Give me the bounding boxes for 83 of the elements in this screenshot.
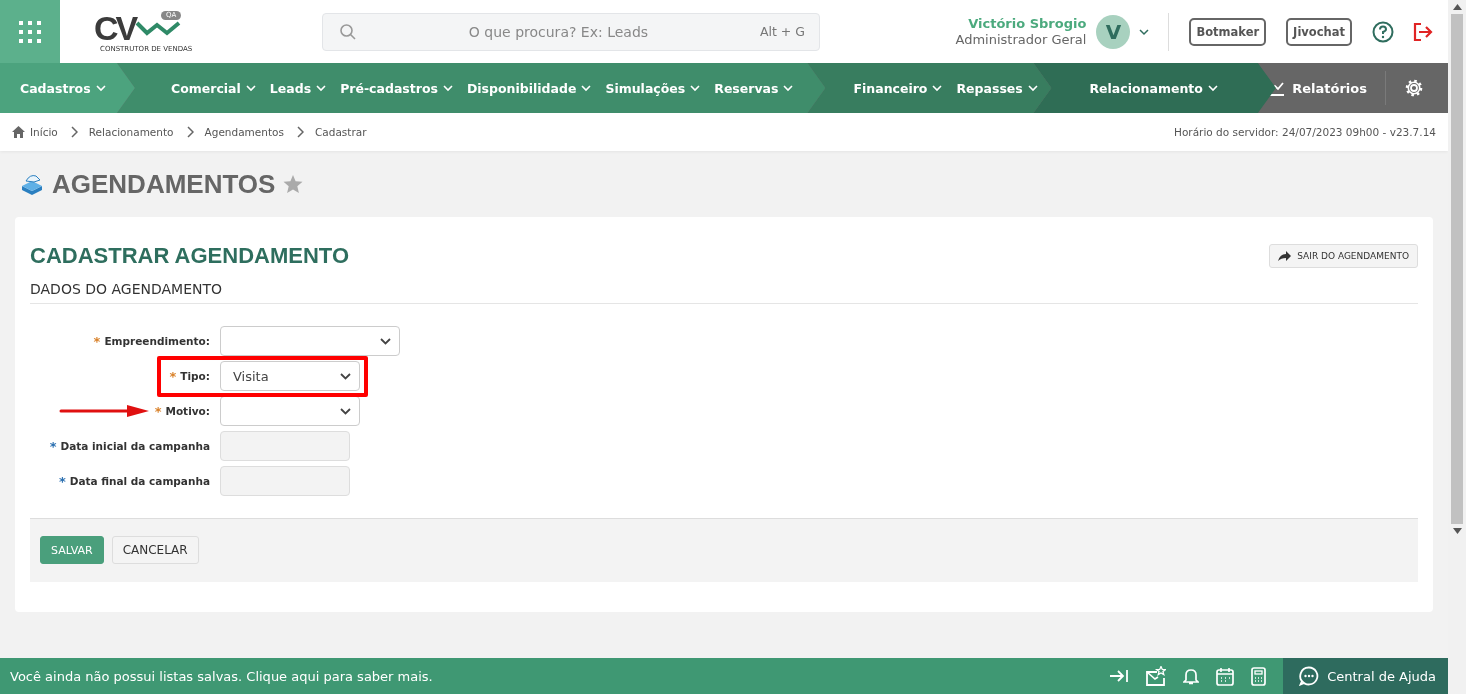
required-marker: * [49, 438, 57, 454]
breadcrumb-link[interactable]: Cadastrar [314, 126, 367, 138]
chevron-down-icon [1027, 84, 1038, 92]
required-marker: * [169, 368, 177, 384]
field-label: Data inicial da campanha [60, 440, 210, 452]
chevron-right-icon [295, 126, 304, 138]
chevron-right-icon [69, 126, 78, 138]
server-time: Horário do servidor: 24/07/2023 09h00 - v23.7.14 [1174, 126, 1436, 138]
scroll-down-icon[interactable] [1452, 528, 1462, 534]
dropdown-field[interactable]: Visita [220, 361, 360, 391]
logo-letters: CV [94, 10, 136, 45]
calculator-icon[interactable] [1251, 666, 1267, 686]
calendar-icon[interactable] [1216, 666, 1235, 686]
dropdown-field[interactable] [220, 396, 360, 426]
menu-item[interactable]: Disponibilidade [466, 80, 592, 96]
chevron-down-icon [690, 84, 701, 92]
chevron-down-icon[interactable] [1138, 27, 1151, 36]
help-icon[interactable] [1372, 20, 1394, 43]
menu-item[interactable]: Relacionamento [1089, 80, 1218, 96]
apps-menu-button[interactable] [0, 0, 60, 63]
menu-item[interactable]: Reservas [714, 80, 794, 96]
chevron-down-icon [380, 337, 391, 345]
scrollbar-thumb[interactable] [1451, 14, 1463, 524]
scroll-up-icon[interactable] [1452, 4, 1462, 10]
user-avatar[interactable]: V [1096, 14, 1131, 49]
chevron-down-icon [442, 84, 453, 92]
search-input[interactable]: O que procura? Ex: Leads [357, 22, 760, 41]
menu-item[interactable]: Leads [269, 80, 327, 96]
section-heading: DADOS DO AGENDAMENTO [30, 281, 1418, 304]
share-arrow-icon [1278, 251, 1292, 261]
favorite-star-icon[interactable] [283, 174, 304, 194]
field-label: Empreendimento: [104, 335, 210, 347]
chevron-down-icon [245, 84, 256, 92]
saved-lists-message[interactable]: Você ainda não possui listas salvas. Clique aqui para saber mais. [0, 668, 433, 684]
breadcrumb-link[interactable]: Relacionamento [88, 126, 174, 138]
chevron-down-icon [316, 84, 327, 92]
chevron-down-icon [932, 84, 943, 92]
page-title: AGENDAMENTOS [52, 168, 276, 200]
bell-icon[interactable] [1183, 667, 1200, 685]
grid-icon [18, 19, 42, 44]
handshake-box-icon [20, 172, 44, 196]
chat-service-button[interactable]: Jivochat [1286, 17, 1352, 46]
menu-item[interactable]: Cadastros [20, 80, 106, 96]
chevron-down-icon [340, 407, 351, 415]
reports-link[interactable]: Relatórios [1267, 80, 1367, 96]
menu-item[interactable]: Financeiro [853, 80, 943, 96]
settings-icon[interactable] [1404, 78, 1424, 98]
user-role: Administrador Geral [955, 31, 1087, 48]
exit-button[interactable]: SAIR DO AGENDAMENTO [1269, 244, 1418, 268]
chevron-down-icon [581, 84, 592, 92]
chevron-down-icon [95, 84, 106, 92]
save-button[interactable]: SALVAR [40, 536, 104, 564]
form-title: CADASTRAR AGENDAMENTO [30, 243, 349, 269]
menu-item[interactable]: Simulações [605, 80, 701, 96]
required-marker: * [154, 403, 162, 419]
chevron-right-icon [185, 126, 194, 138]
field-label: Data final da campanha [69, 475, 210, 487]
mail-star-icon[interactable] [1146, 666, 1167, 686]
field-label: Tipo: [180, 370, 210, 382]
required-marker: * [58, 473, 66, 489]
chat-bubble-icon [1299, 666, 1320, 686]
home-icon [12, 126, 25, 138]
collapse-icon[interactable] [1109, 668, 1130, 684]
chat-service-button[interactable]: Botmaker [1189, 17, 1267, 46]
field-label: Motivo: [165, 405, 210, 417]
cancel-button[interactable]: CANCELAR [111, 536, 199, 564]
shortcut-hint: Alt + G [759, 24, 805, 39]
help-center-button[interactable]: Central de Ajuda [1283, 658, 1448, 694]
breadcrumb-link[interactable]: Agendamentos [204, 126, 284, 138]
menu-item[interactable]: Comercial [171, 80, 256, 96]
dropdown-field[interactable] [220, 326, 400, 356]
chevron-down-icon [783, 84, 794, 92]
search-icon [339, 22, 357, 41]
scrollbar[interactable] [1448, 0, 1466, 694]
logout-icon[interactable] [1412, 21, 1434, 42]
menu-item[interactable]: Pré-cadastros [340, 80, 453, 96]
menu-item[interactable]: Repasses [956, 80, 1038, 96]
chevron-down-icon [340, 372, 351, 380]
user-name: Victório Sbrogio [968, 15, 1087, 32]
breadcrumb-link[interactable]: Início [30, 126, 58, 138]
required-marker: * [93, 333, 101, 349]
chevron-down-icon [1207, 84, 1218, 92]
search-field[interactable]: O que procura? Ex: Leads Alt + G [322, 12, 820, 51]
